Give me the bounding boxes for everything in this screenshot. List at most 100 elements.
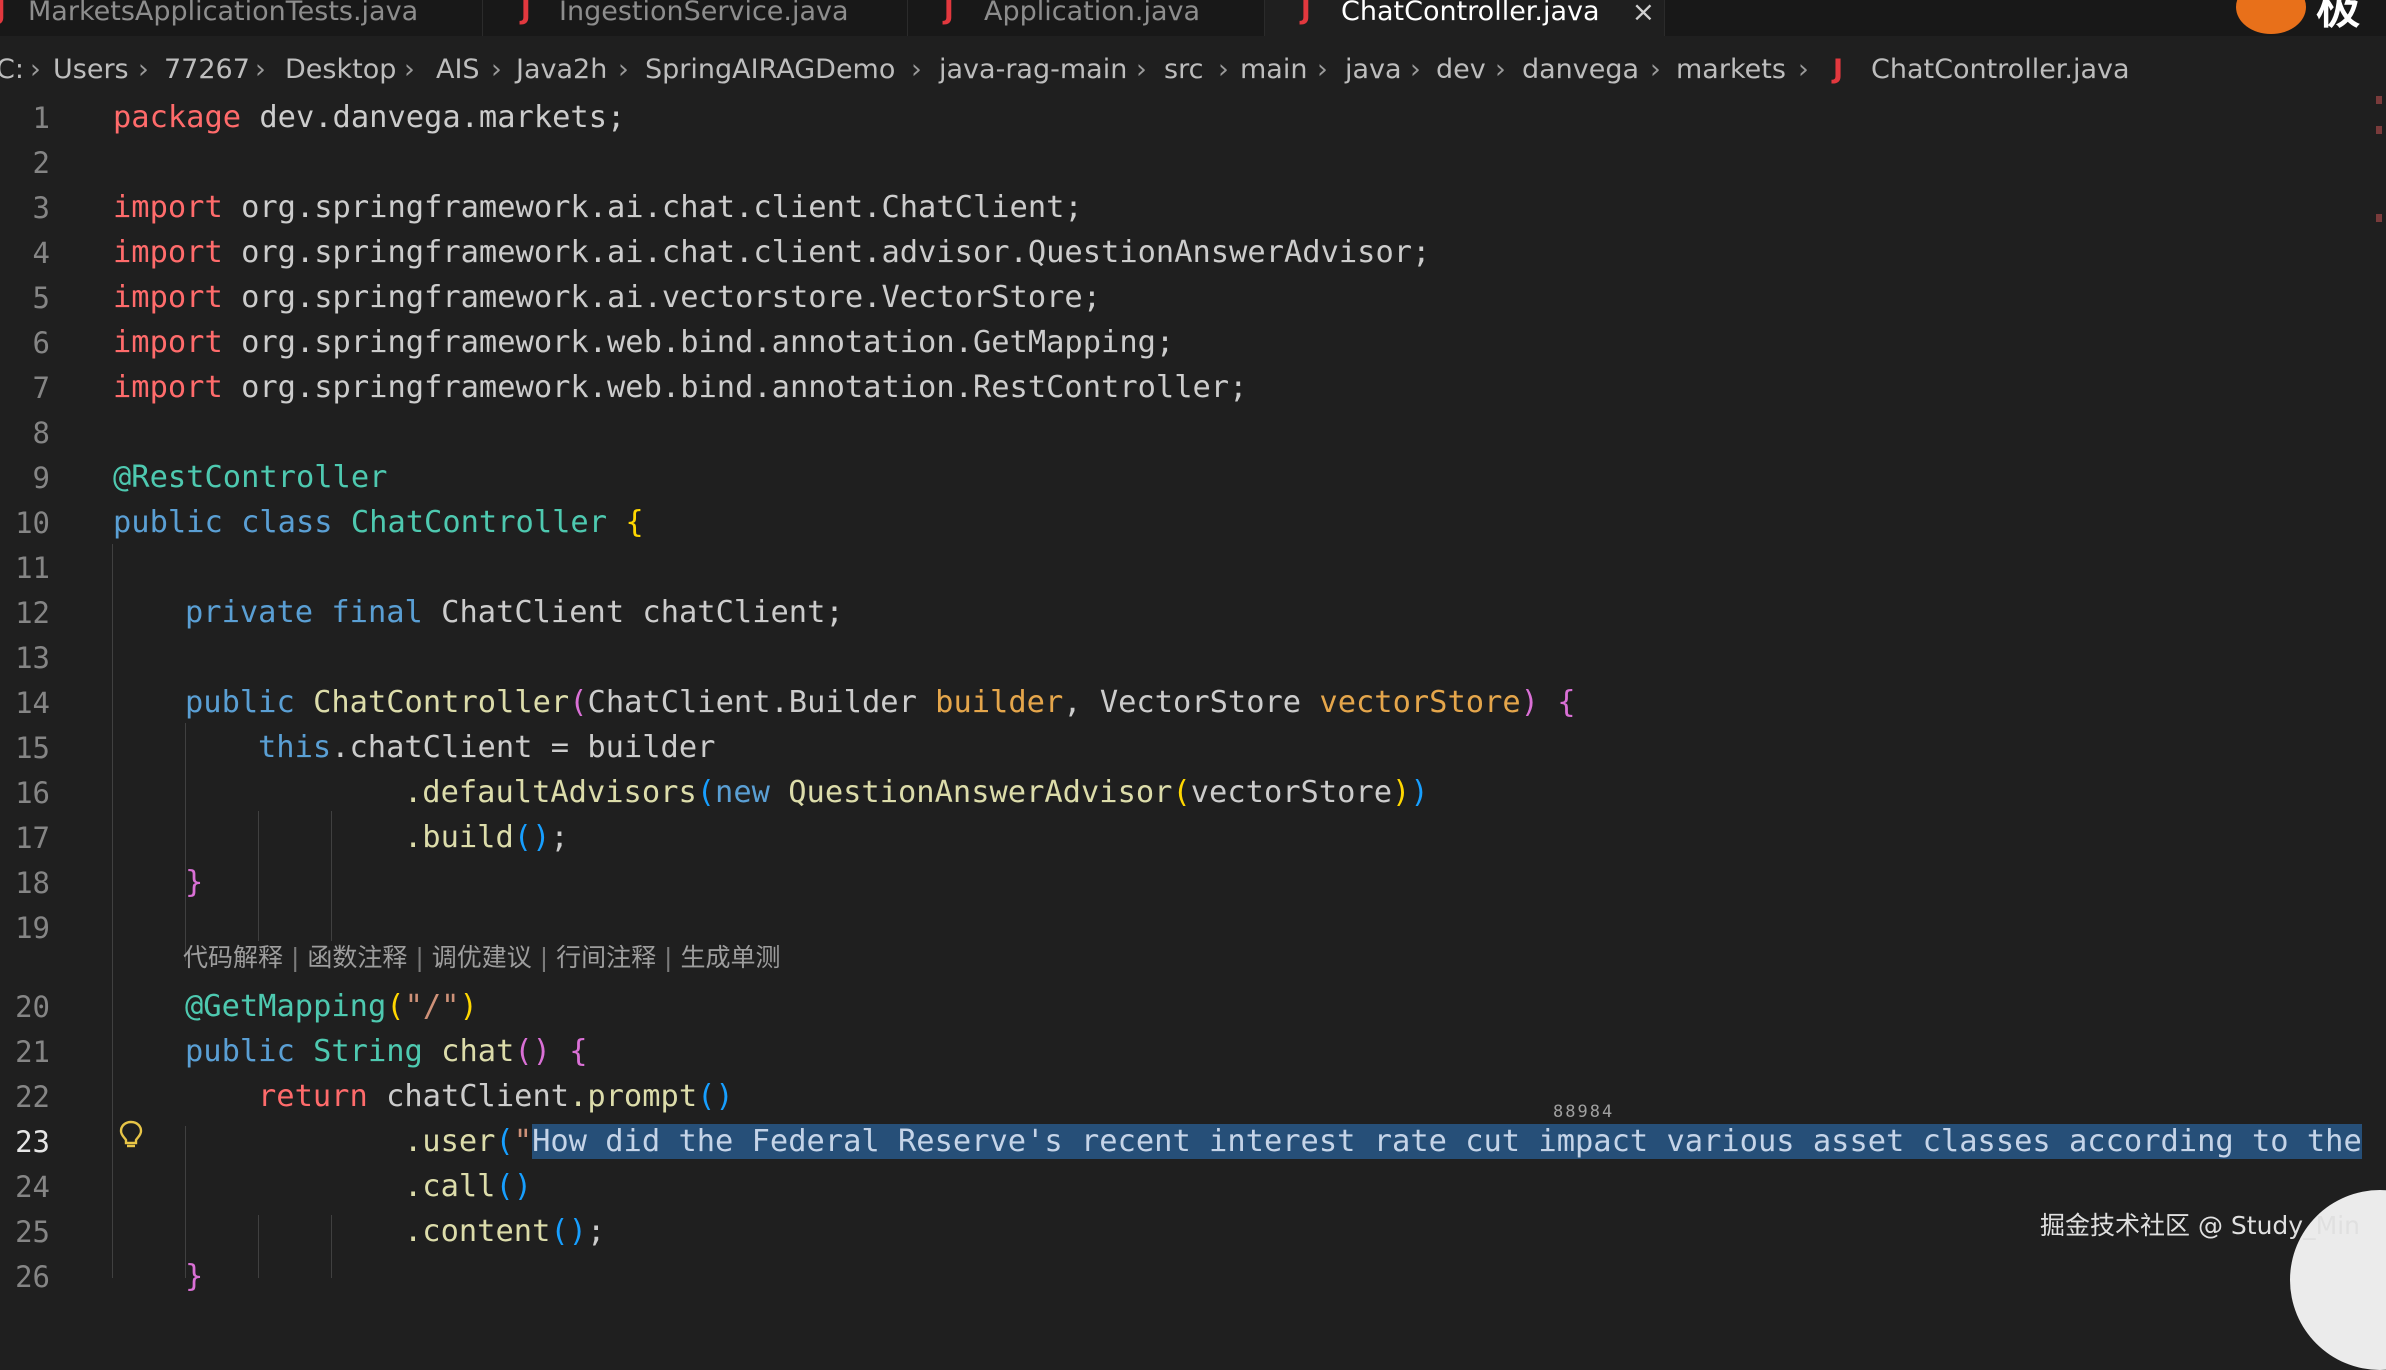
tab-label: ChatController.java	[1341, 0, 1600, 27]
code-token: .chatClient = builder	[331, 730, 716, 765]
codelens-generate-unit-test[interactable]: 生成单测	[680, 943, 780, 972]
code-token-brace: {	[569, 1034, 588, 1069]
tab-chat-controller[interactable]: J ChatController.java ×	[1265, 0, 1665, 36]
tab-markets-application-tests[interactable]: J MarketsApplicationTests.java	[0, 0, 483, 36]
code-token-annotation: @RestController	[113, 460, 388, 495]
line-number: 25	[15, 1215, 50, 1249]
breadcrumb-item[interactable]: java	[1345, 50, 1402, 90]
line-number: 18	[15, 866, 50, 900]
chevron-right-icon: ›	[1650, 54, 1661, 85]
indent-guide	[331, 1215, 332, 1278]
code-token-keyword: package	[113, 100, 242, 135]
breadcrumb-item[interactable]: AIS	[436, 50, 480, 90]
codelens-function-comment[interactable]: 函数注释	[307, 943, 407, 972]
breadcrumb-item[interactable]: java-rag-main	[939, 50, 1127, 90]
tab-label: MarketsApplicationTests.java	[28, 0, 419, 27]
code-line[interactable]: import org.springframework.ai.vectorstor…	[113, 276, 1101, 320]
code-line[interactable]: import org.springframework.web.bind.anno…	[113, 321, 1174, 365]
code-token-keyword: import	[113, 280, 223, 315]
minimap-marker	[2376, 126, 2382, 134]
code-token-paren: )	[1520, 685, 1539, 720]
breadcrumb-item[interactable]: main	[1240, 50, 1307, 90]
breadcrumb-item[interactable]: src	[1164, 50, 1203, 90]
close-icon[interactable]: ×	[1632, 0, 1655, 28]
code-token-paren: (	[495, 1124, 514, 1159]
breadcrumb-item[interactable]: SpringAIRAGDemo	[645, 50, 895, 90]
code-line[interactable]: public class ChatController {	[113, 501, 644, 545]
codelens-inline-comment[interactable]: 行间注释	[556, 943, 656, 972]
java-file-icon: J	[0, 0, 6, 26]
code-line[interactable]: private final ChatClient chatClient;	[185, 591, 844, 635]
breadcrumb-item[interactable]: Users	[53, 50, 129, 90]
breadcrumb-item[interactable]: Desktop	[285, 50, 396, 90]
chevron-right-icon: ›	[404, 54, 415, 85]
chevron-right-icon: ›	[1136, 54, 1147, 85]
indent-guide	[112, 544, 113, 1278]
code-line[interactable]: .defaultAdvisors(new QuestionAnswerAdvis…	[404, 771, 1429, 815]
code-line-current[interactable]: .user("How did the Federal Reserve's rec…	[404, 1120, 2362, 1164]
codelens-separator: |	[415, 943, 424, 972]
code-token: ;	[586, 1214, 606, 1249]
code-token-function: .call	[404, 1169, 496, 1204]
breadcrumb-item[interactable]: dev	[1436, 50, 1486, 90]
line-number: 9	[32, 461, 50, 495]
indent-guide	[185, 723, 186, 961]
code-token-string: "/"	[404, 989, 460, 1024]
java-file-icon: J	[944, 0, 954, 26]
line-number: 12	[15, 596, 50, 630]
breadcrumb-item[interactable]: ChatController.java	[1871, 50, 2130, 90]
code-token-function: ChatController	[313, 685, 570, 720]
code-line[interactable]: .build();	[404, 816, 569, 860]
code-token-keyword: public	[185, 685, 295, 720]
code-token: org.springframework.web.bind.annotation.…	[222, 325, 1175, 360]
code-line[interactable]: .content();	[404, 1210, 605, 1254]
code-token-keyword: new	[715, 775, 770, 810]
line-number: 4	[32, 236, 50, 270]
code-token-function: .prompt	[569, 1079, 698, 1114]
code-token: VectorStore	[1099, 685, 1302, 720]
selected-text[interactable]: How did the Federal Reserve's recent int…	[532, 1124, 2362, 1159]
lightbulb-icon[interactable]	[118, 1120, 144, 1150]
tab-ingestion-service[interactable]: J IngestionService.java	[483, 0, 908, 36]
code-line[interactable]: return chatClient.prompt()	[258, 1075, 734, 1119]
codelens-explain-code[interactable]: 代码解释	[183, 943, 283, 972]
code-line[interactable]: import org.springframework.ai.chat.clien…	[113, 186, 1083, 230]
java-file-icon: J	[1833, 54, 1844, 85]
code-line[interactable]: this.chatClient = builder	[258, 726, 715, 770]
line-number: 6	[32, 326, 50, 360]
line-number: 7	[32, 371, 50, 405]
breadcrumb-item[interactable]: danvega	[1522, 50, 1639, 90]
code-line[interactable]: @RestController	[113, 456, 387, 500]
code-line[interactable]: }	[185, 1255, 203, 1299]
chevron-right-icon: ›	[1798, 54, 1809, 85]
line-number: 3	[32, 191, 50, 225]
breadcrumb-item[interactable]: Java2h	[516, 50, 607, 90]
code-token: org.springframework.ai.vectorstore.Vecto…	[222, 280, 1102, 315]
tab-application[interactable]: J Application.java	[908, 0, 1265, 36]
code-line[interactable]: import org.springframework.web.bind.anno…	[113, 366, 1247, 410]
line-number: 17	[15, 821, 50, 855]
line-number: 5	[32, 281, 50, 315]
editor-tab-bar: J MarketsApplicationTests.java J Ingesti…	[0, 0, 2386, 36]
inline-hint: 88984	[1553, 1102, 1615, 1122]
line-number: 13	[15, 641, 50, 675]
breadcrumb-item[interactable]: markets	[1676, 50, 1786, 90]
code-token-paren: ()	[495, 1169, 533, 1204]
code-line[interactable]: package dev.danvega.markets;	[113, 96, 625, 140]
code-line[interactable]: public ChatController(ChatClient.Builder…	[185, 681, 1576, 725]
code-token-function: .user	[404, 1124, 496, 1159]
code-line[interactable]: public String chat() {	[185, 1030, 588, 1074]
code-line[interactable]: @GetMapping("/")	[185, 985, 478, 1029]
code-token-param: builder	[935, 685, 1064, 720]
code-token-type: QuestionAnswerAdvisor	[788, 775, 1173, 810]
codelens-optimize-suggest[interactable]: 调优建议	[432, 943, 532, 972]
code-token-type: ChatController	[350, 505, 608, 540]
code-line[interactable]: .call()	[404, 1165, 532, 1209]
code-line[interactable]: }	[185, 861, 203, 905]
code-line[interactable]: import org.springframework.ai.chat.clien…	[113, 231, 1430, 275]
breadcrumb-item[interactable]: C:	[0, 50, 24, 90]
code-token-paren: )	[1392, 775, 1411, 810]
java-file-icon: J	[1301, 0, 1311, 26]
breadcrumb-item[interactable]: 77267	[164, 50, 250, 90]
code-editor[interactable]: 1 2 3 4 5 6 7 8 9 10 11 12 13 14 15 16 1…	[0, 96, 2386, 1294]
